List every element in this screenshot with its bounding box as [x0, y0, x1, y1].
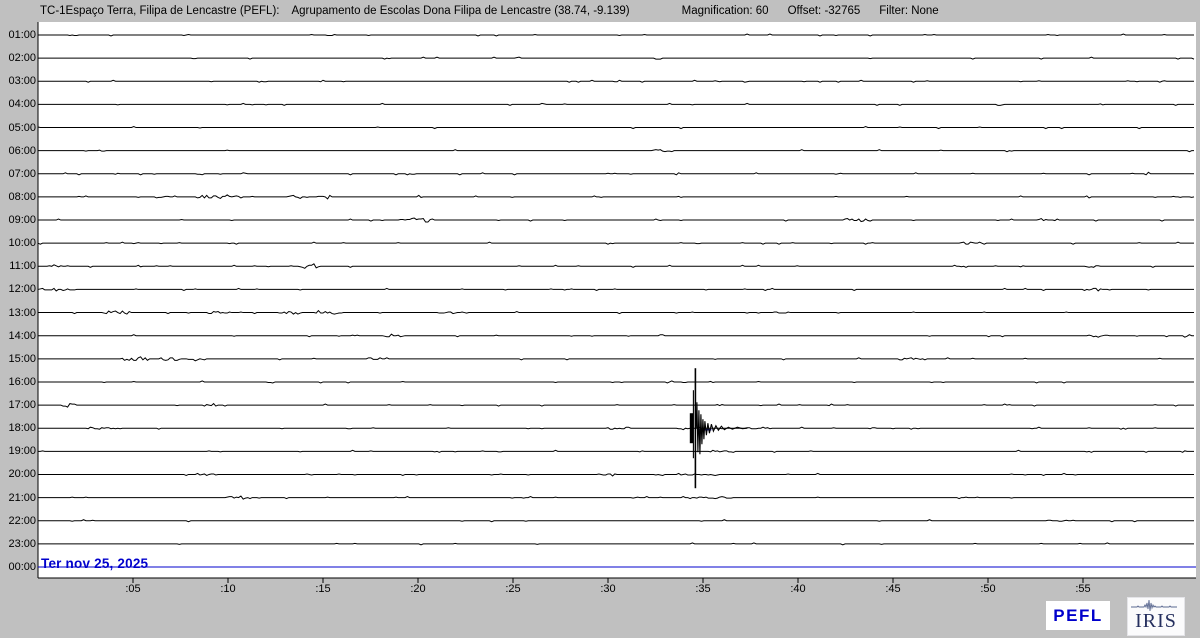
trace-row-02:00[interactable]	[38, 56, 1195, 60]
trace-row-06:00[interactable]	[38, 149, 1194, 153]
hour-label: 10:00	[8, 237, 36, 250]
minute-label: :15	[315, 583, 331, 595]
hour-label: 18:00	[8, 422, 36, 435]
hour-label: 19:00	[8, 445, 36, 458]
hour-label: 07:00	[8, 167, 36, 180]
trace-row-20:00[interactable]	[38, 472, 1194, 477]
trace-row-03:00[interactable]	[38, 79, 1194, 83]
trace-row-18:00[interactable]	[38, 426, 1194, 431]
hour-label: 20:00	[8, 468, 36, 481]
trace-row-10:00[interactable]	[37, 241, 1194, 245]
trace-row-05:00[interactable]	[37, 125, 1194, 130]
hour-label: 17:00	[8, 399, 36, 412]
trace-row-07:00[interactable]	[38, 171, 1194, 176]
minute-label: :40	[790, 583, 806, 595]
hour-label: 08:00	[8, 190, 36, 203]
trace-row-17:00[interactable]	[38, 402, 1194, 408]
trace-row-16:00[interactable]	[38, 380, 1194, 384]
jamaseis-window: TC-1Espaço Terra, Filipa de Lencastre (P…	[0, 0, 1200, 638]
hour-label: 23:00	[8, 537, 36, 550]
hour-label: 16:00	[8, 375, 36, 388]
trace-row-14:00[interactable]	[38, 333, 1194, 338]
trace-row-12:00[interactable]	[37, 287, 1194, 292]
iris-logo: IRIS	[1127, 597, 1185, 636]
current-date-label: Ter nov 25, 2025	[41, 556, 149, 571]
iris-logo-text: IRIS	[1135, 610, 1177, 632]
hour-label: 22:00	[8, 514, 36, 527]
minute-label: :20	[410, 583, 426, 595]
hour-label: 00:00	[8, 560, 36, 573]
hour-label: 09:00	[8, 214, 36, 227]
hour-label: 21:00	[8, 491, 36, 504]
minute-label: :35	[695, 583, 711, 595]
hour-label: 14:00	[8, 329, 36, 342]
minute-label: :30	[600, 583, 616, 595]
minute-label: :25	[505, 583, 521, 595]
trace-row-22:00[interactable]	[38, 519, 1194, 523]
pefl-logo-text: PEFL	[1053, 605, 1103, 625]
trace-row-08:00[interactable]	[38, 194, 1195, 200]
minute-label: :50	[980, 583, 996, 595]
trace-row-01:00[interactable]	[38, 33, 1194, 37]
minute-label: :05	[125, 583, 141, 595]
hour-label: 01:00	[8, 29, 36, 41]
trace-row-04:00[interactable]	[38, 102, 1194, 106]
minute-label: :45	[885, 583, 901, 595]
trace-row-11:00[interactable]	[38, 263, 1194, 269]
hour-label: 04:00	[8, 98, 36, 111]
hour-label: 15:00	[8, 352, 36, 365]
trace-row-21:00[interactable]	[38, 495, 1194, 500]
hour-label: 13:00	[8, 306, 36, 319]
trace-row-09:00[interactable]	[38, 217, 1194, 223]
helicorder-traces[interactable]	[0, 0, 1200, 638]
trace-row-23:00[interactable]	[38, 542, 1194, 546]
pefl-logo: PEFL	[1046, 601, 1110, 630]
hour-label: 11:00	[9, 260, 36, 273]
minute-label: :10	[220, 583, 236, 595]
hour-label: 06:00	[8, 144, 36, 157]
hour-label: 12:00	[8, 283, 36, 296]
hour-label: 05:00	[8, 121, 36, 134]
trace-row-15:00[interactable]	[38, 356, 1194, 362]
hour-label: 02:00	[8, 52, 36, 65]
trace-row-19:00[interactable]	[38, 449, 1194, 453]
hour-label: 03:00	[8, 75, 36, 88]
minute-label: :55	[1075, 583, 1091, 595]
trace-row-13:00[interactable]	[38, 309, 1194, 315]
